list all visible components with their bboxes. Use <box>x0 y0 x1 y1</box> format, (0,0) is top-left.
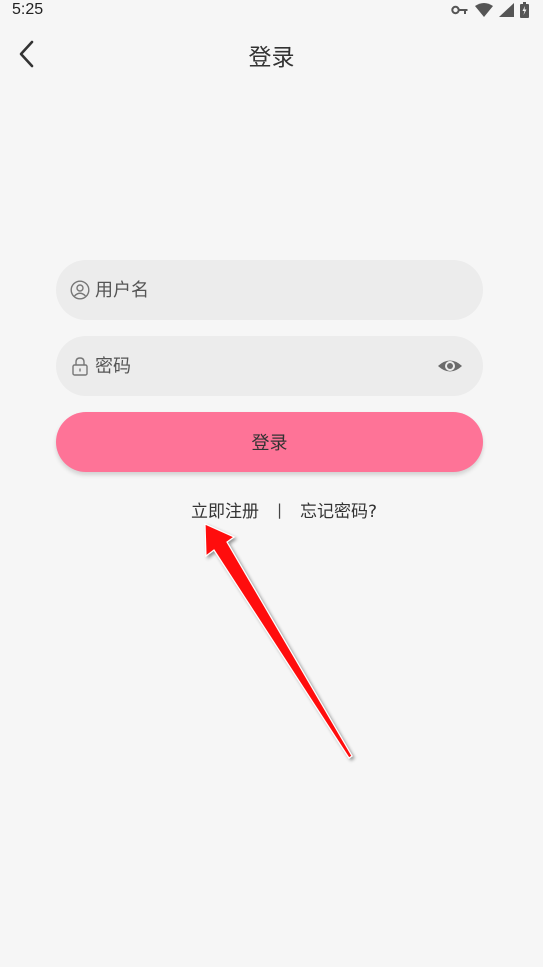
status-bar: 5:25 <box>0 0 543 22</box>
page-title: 登录 <box>248 45 295 71</box>
battery-icon <box>520 2 529 18</box>
user-icon <box>70 280 90 300</box>
key-icon <box>451 5 468 15</box>
username-input[interactable] <box>95 270 483 310</box>
lock-icon <box>70 356 90 376</box>
status-time: 5:25 <box>12 1 44 18</box>
auth-links: 立即注册 | 忘记密码? <box>0 497 543 523</box>
annotation-arrow <box>204 523 353 759</box>
username-field[interactable] <box>56 260 483 320</box>
eye-icon[interactable] <box>437 354 463 378</box>
forgot-password-link[interactable]: 忘记密码? <box>300 497 377 522</box>
login-button[interactable]: 登录 <box>56 412 483 472</box>
link-separator: | <box>276 500 283 519</box>
signal-icon <box>499 3 514 17</box>
password-input[interactable] <box>95 346 483 386</box>
status-icons <box>451 2 529 18</box>
wifi-icon <box>475 3 493 17</box>
register-link[interactable]: 立即注册 <box>191 497 259 522</box>
password-field[interactable] <box>56 336 483 396</box>
